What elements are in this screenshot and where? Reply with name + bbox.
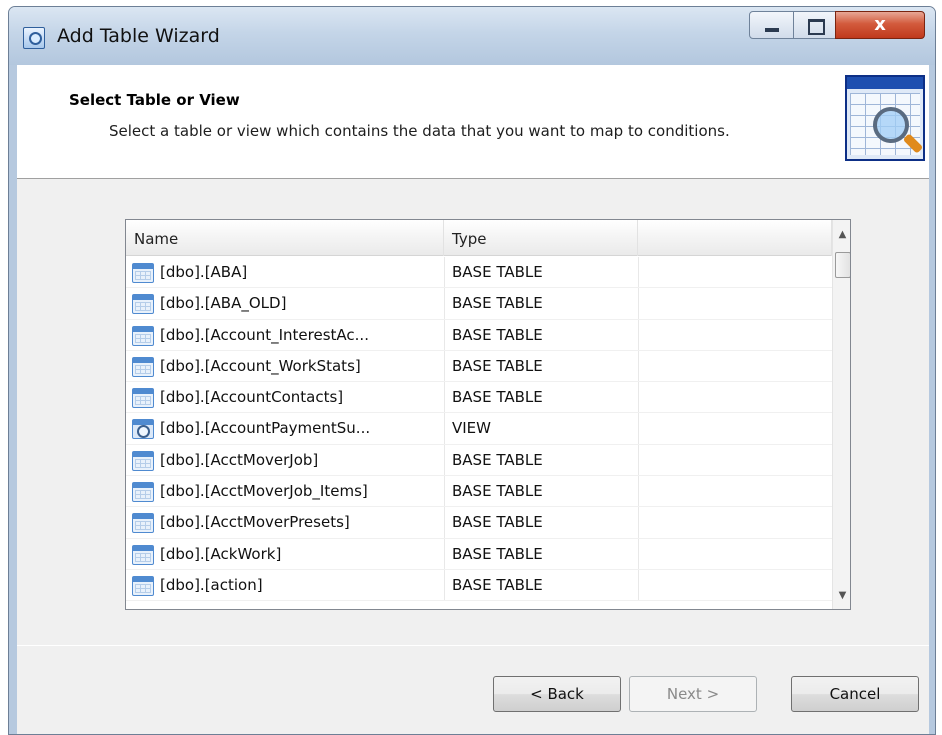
- table-row[interactable]: [dbo].[action] BASE TABLE: [126, 569, 832, 602]
- row-name: [dbo].[AcctMoverPresets]: [160, 513, 350, 532]
- row-name: [dbo].[Account_InterestAc...: [160, 325, 369, 344]
- column-header-type[interactable]: Type: [444, 220, 638, 256]
- scroll-down-icon[interactable]: ▼: [833, 587, 850, 605]
- list-rows: [dbo].[ABA] BASE TABLE [dbo].[ABA_OLD] BASE…: [126, 257, 832, 602]
- row-name: [dbo].[AckWork]: [160, 544, 282, 563]
- table-row[interactable]: [dbo].[AccountContacts] BASE TABLE: [126, 382, 832, 414]
- row-type: BASE TABLE: [452, 263, 543, 281]
- table-row[interactable]: [dbo].[ABA_OLD] BASE TABLE: [126, 288, 832, 320]
- table-row[interactable]: [dbo].[ABA] BASE TABLE: [126, 257, 832, 289]
- wizard-window: Add Table Wizard x Select Table or View …: [8, 6, 936, 735]
- row-name: [dbo].[AccountPaymentSu...: [160, 419, 371, 438]
- cancel-button[interactable]: Cancel: [791, 676, 919, 712]
- close-button[interactable]: x: [835, 11, 925, 39]
- vertical-scrollbar[interactable]: ▲ ▼: [832, 220, 850, 609]
- table-row[interactable]: [dbo].[AckWork] BASE TABLE: [126, 538, 832, 570]
- maximize-button[interactable]: [793, 11, 836, 39]
- row-type: BASE TABLE: [452, 356, 543, 375]
- row-type: BASE TABLE: [452, 450, 543, 469]
- table-row[interactable]: [dbo].[AcctMoverJob] BASE TABLE: [126, 444, 832, 477]
- wizard-body: Select Table or View Select a table or v…: [17, 65, 929, 734]
- next-button[interactable]: Next >: [629, 676, 757, 712]
- minimize-button[interactable]: [749, 11, 794, 39]
- table-list[interactable]: Name Type [dbo].[ABA] BASE TABLE [dbo].[AB…: [125, 219, 851, 610]
- row-type: BASE TABLE: [452, 325, 543, 344]
- table-row[interactable]: [dbo].[Account_InterestAc... BASE TABLE: [126, 319, 832, 351]
- row-name: [dbo].[ABA_OLD]: [160, 294, 287, 313]
- wizard-header: Select Table or View Select a table or v…: [17, 65, 929, 179]
- row-name: [dbo].[ABA]: [160, 263, 248, 281]
- table-row[interactable]: [dbo].[AcctMoverPresets] BASE TABLE: [126, 507, 832, 539]
- list-header: Name Type: [126, 220, 832, 256]
- scroll-up-icon[interactable]: ▲: [833, 226, 850, 244]
- row-name: [dbo].[AcctMoverJob]: [160, 450, 319, 469]
- app-icon: [23, 27, 45, 49]
- row-type: BASE TABLE: [452, 294, 543, 313]
- back-button[interactable]: < Back: [493, 676, 621, 712]
- footer-divider: [17, 645, 929, 646]
- table-row[interactable]: [dbo].[Account_WorkStats] BASE TABLE: [126, 350, 832, 383]
- row-name: [dbo].[action]: [160, 575, 263, 594]
- table-row[interactable]: [dbo].[AccountPaymentSu... VIEW: [126, 413, 832, 445]
- row-name: [dbo].[Account_WorkStats]: [160, 356, 361, 375]
- table-search-icon: [845, 75, 925, 161]
- page-description: Select a table or view which contains th…: [109, 122, 730, 140]
- row-type: VIEW: [452, 419, 491, 438]
- row-type: BASE TABLE: [452, 388, 543, 407]
- title-bar[interactable]: Add Table Wizard x: [9, 7, 935, 65]
- row-name: [dbo].[AccountContacts]: [160, 388, 344, 407]
- scroll-thumb[interactable]: [835, 252, 850, 278]
- column-header-name[interactable]: Name: [126, 220, 444, 256]
- window-title: Add Table Wizard: [57, 25, 220, 47]
- row-type: BASE TABLE: [452, 513, 543, 532]
- row-name: [dbo].[AcctMoverJob_Items]: [160, 482, 368, 501]
- row-type: BASE TABLE: [452, 482, 543, 501]
- table-row[interactable]: [dbo].[AcctMoverJob_Items] BASE TABLE: [126, 476, 832, 508]
- column-header-empty[interactable]: [638, 220, 832, 256]
- row-type: BASE TABLE: [452, 544, 543, 563]
- row-type: BASE TABLE: [452, 575, 543, 594]
- page-title: Select Table or View: [69, 91, 240, 109]
